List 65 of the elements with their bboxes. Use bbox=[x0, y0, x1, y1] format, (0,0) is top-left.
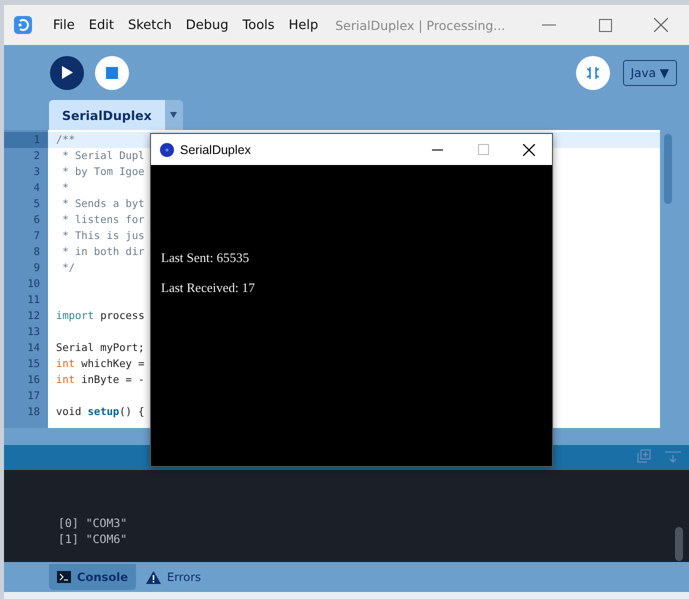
stop-icon bbox=[106, 66, 118, 78]
errors-tab[interactable]: Errors bbox=[138, 564, 210, 590]
line-number: 8 bbox=[32, 245, 41, 260]
code-token: */ bbox=[61, 261, 75, 276]
code-token: * in both dir bbox=[61, 245, 145, 260]
menu-item[interactable]: Edit bbox=[82, 14, 121, 36]
code-token: int bbox=[56, 373, 75, 388]
line-number: 12 bbox=[26, 309, 41, 324]
code-token: * Serial Dupl bbox=[61, 149, 145, 164]
code-token: process bbox=[99, 309, 145, 324]
code-token: * by Tom Igoe bbox=[61, 165, 145, 180]
line-number: 10 bbox=[26, 277, 41, 292]
menu-item[interactable]: Help bbox=[282, 14, 326, 36]
play-icon bbox=[61, 66, 73, 79]
code-token: Serial myPort; bbox=[56, 341, 145, 356]
run-button[interactable] bbox=[50, 56, 84, 90]
line-number: 11 bbox=[26, 293, 41, 308]
warning-icon bbox=[146, 570, 162, 584]
code-token: /** bbox=[56, 133, 75, 148]
line-number: 7 bbox=[32, 229, 41, 244]
console-output: [0] "COM3" bbox=[58, 515, 128, 531]
sketch-tab[interactable]: SerialDuplex bbox=[49, 100, 165, 130]
line-number: 6 bbox=[32, 213, 41, 228]
menu-item[interactable]: Debug bbox=[178, 14, 236, 36]
code-token: * bbox=[61, 181, 69, 196]
line-number: 1 bbox=[4, 132, 48, 148]
code-token: import bbox=[56, 309, 94, 324]
line-number: 3 bbox=[32, 165, 41, 180]
console-output: [1] "COM6" bbox=[58, 531, 128, 547]
debug-icon bbox=[584, 64, 601, 80]
app-logo-icon bbox=[14, 16, 32, 34]
code-token: void bbox=[56, 405, 82, 420]
code-token: () { bbox=[119, 405, 145, 420]
scrollbar-thumb[interactable] bbox=[664, 134, 672, 204]
window-title: SerialDuplex | Processing... bbox=[335, 18, 506, 32]
menu-item[interactable]: File bbox=[46, 14, 82, 36]
line-number: 15 bbox=[26, 357, 41, 372]
code-token: * This is jus bbox=[61, 229, 145, 244]
line-number: 5 bbox=[32, 197, 41, 212]
line-number: 4 bbox=[32, 181, 41, 196]
sketch-output-text: Last Received: 17 bbox=[161, 280, 255, 296]
code-token: inByte = - bbox=[80, 373, 145, 388]
code-token: int bbox=[56, 357, 75, 372]
stop-button[interactable] bbox=[95, 56, 129, 90]
app-icon bbox=[160, 142, 174, 156]
line-number: 17 bbox=[26, 389, 41, 404]
code-token: whichKey = bbox=[80, 357, 145, 372]
line-number: 16 bbox=[26, 373, 41, 388]
menu-item[interactable]: Tools bbox=[236, 14, 282, 36]
line-number: 2 bbox=[32, 149, 41, 164]
line-number: 18 bbox=[26, 405, 41, 420]
sketch-window-title: SerialDuplex bbox=[180, 142, 252, 156]
mode-dropdown[interactable]: Java ▼ bbox=[622, 60, 677, 86]
tab-menu-icon[interactable] bbox=[164, 100, 183, 130]
line-number: 14 bbox=[26, 341, 41, 356]
terminal-icon bbox=[57, 571, 71, 583]
scrollbar-thumb[interactable] bbox=[675, 527, 683, 561]
sketch-output-text: Last Sent: 65535 bbox=[161, 250, 250, 266]
line-number: 13 bbox=[26, 325, 41, 340]
menu-item[interactable]: Sketch bbox=[120, 14, 179, 36]
code-token: * Sends a byt bbox=[61, 197, 145, 212]
code-token: * listens for bbox=[61, 213, 145, 228]
debugger-button[interactable] bbox=[576, 56, 610, 90]
code-token: setup bbox=[88, 405, 120, 420]
line-number: 9 bbox=[32, 261, 41, 276]
